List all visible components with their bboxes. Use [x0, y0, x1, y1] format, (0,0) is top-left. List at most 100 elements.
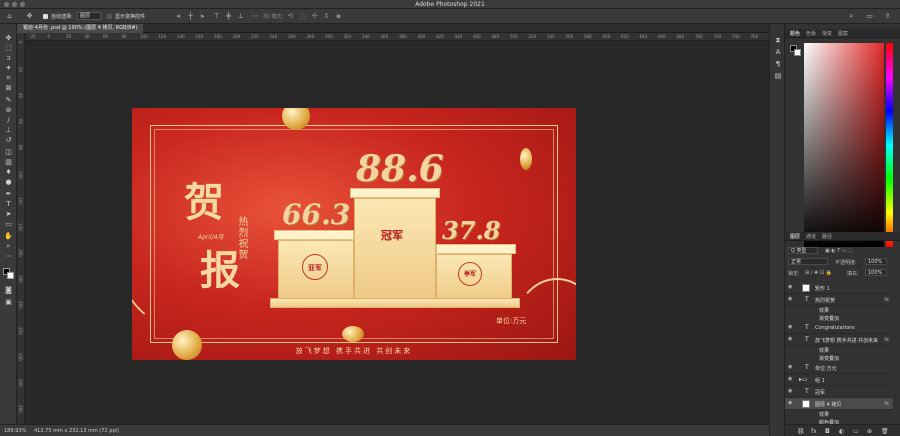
3d-pan-icon[interactable]: ✣ [311, 13, 318, 20]
quick-mask-icon[interactable]: ◙ [4, 286, 13, 295]
adjustment-layer-icon[interactable]: ◐ [839, 428, 844, 435]
blur-tool-icon[interactable]: ♦ [4, 168, 13, 177]
layer-effect-row[interactable]: 效果 [785, 346, 893, 354]
tab-gradients[interactable]: 渐变 [822, 30, 832, 37]
align-center-icon[interactable]: ┼ [187, 13, 194, 20]
layer-effect-row[interactable]: 效果 [785, 410, 893, 418]
background-color[interactable] [794, 49, 801, 56]
auto-select-dropdown[interactable]: 图层 [77, 12, 101, 20]
artwork-canvas[interactable]: 贺 报 热烈祝贺 April/4月 88.6 66.3 37.8 冠军 亚军 季… [132, 108, 576, 360]
visibility-eye-icon[interactable]: ◉ [788, 296, 792, 302]
frame-tool-icon[interactable]: ⊠ [4, 84, 13, 93]
opacity-input[interactable]: 100% [865, 258, 887, 265]
color-picker-field[interactable] [804, 43, 884, 247]
hand-tool-icon[interactable]: ✋ [4, 232, 13, 241]
add-mask-icon[interactable]: ◘ [825, 428, 830, 435]
visibility-eye-icon[interactable]: ◉ [788, 364, 792, 370]
blend-mode-select[interactable]: 正常 [788, 258, 828, 265]
history-brush-tool-icon[interactable]: ↺ [4, 136, 13, 145]
history-icon[interactable]: ⧗ [774, 36, 782, 44]
fill-input[interactable]: 100% [865, 269, 887, 276]
align-left-icon[interactable]: ⫷ [175, 13, 182, 20]
horizontal-ruler[interactable]: -20 0 20 40 60 80 100 120 140 160 180 200 220 240 260 2… [25, 33, 777, 41]
align-middle-icon[interactable]: ╪ [225, 13, 232, 20]
libraries-icon[interactable]: ▤ [774, 72, 782, 80]
zoom-level[interactable]: 189.93% [4, 428, 26, 434]
align-bottom-icon[interactable]: ⊥ [237, 13, 244, 20]
magic-wand-tool-icon[interactable]: ✦ [4, 64, 13, 73]
lasso-tool-icon[interactable]: ↄ [4, 54, 13, 63]
path-select-tool-icon[interactable]: ➤ [4, 210, 13, 219]
align-top-icon[interactable]: ⊤ [213, 13, 220, 20]
move-tool-icon[interactable]: ✥ [4, 34, 13, 43]
pen-tool-icon[interactable]: ✒ [4, 190, 13, 199]
tab-paths[interactable]: 路径 [822, 233, 832, 240]
auto-select-checkbox[interactable] [43, 14, 48, 19]
link-layers-icon[interactable]: ⛓ [797, 428, 805, 435]
tab-color[interactable]: 颜色 [790, 30, 800, 37]
tab-channels[interactable]: 通道 [806, 233, 816, 240]
vertical-ruler[interactable]: 0 20 40 60 80 100 120 140 160 180 200 220 240 260 280 [17, 33, 25, 424]
layer-row[interactable]: ◉ T 冠军 [785, 386, 893, 398]
zoom-tool-icon[interactable]: ⌕ [4, 242, 13, 251]
layer-row[interactable]: ◉ T 热烈祝贺 fx [785, 294, 893, 306]
search-icon[interactable]: ⌕ [848, 13, 855, 20]
visibility-eye-icon[interactable]: ◉ [788, 400, 792, 406]
show-transform-checkbox[interactable] [107, 14, 112, 19]
layer-filter-select[interactable]: Q 类型 [788, 247, 818, 254]
layer-row[interactable]: ◉ ▸▭ 组 1 [785, 374, 893, 386]
tab-layers[interactable]: 图层 [790, 233, 800, 240]
layer-row[interactable]: ◉ T 放飞梦想 携手共进 共创未来 fx [785, 334, 893, 346]
home-icon[interactable]: ⌂ [6, 13, 13, 20]
3d-scale-icon[interactable]: ▪ [335, 13, 342, 20]
3d-roll-icon[interactable]: ◌ [299, 13, 306, 20]
3d-slide-icon[interactable]: ⇕ [323, 13, 330, 20]
paragraph-icon[interactable]: ¶ [774, 60, 782, 68]
layer-fx-icon[interactable]: fx [884, 401, 889, 407]
dodge-tool-icon[interactable]: ● [4, 178, 13, 187]
tab-swatches[interactable]: 色板 [806, 30, 816, 37]
visibility-eye-icon[interactable]: ◉ [788, 284, 792, 290]
workspace-icon[interactable]: ▭ [866, 13, 873, 20]
document-tab[interactable]: 银迎-4月份 .psd @ 190% (图层 4 拷贝, RGB/8#) [17, 24, 144, 33]
more-tools-icon[interactable]: ⋯ [4, 252, 13, 261]
healing-tool-icon[interactable]: ⊛ [4, 106, 13, 115]
delete-layer-icon[interactable]: 🗑 [881, 428, 889, 435]
layer-row[interactable]: ◉ T Congratulations [785, 322, 893, 334]
marquee-tool-icon[interactable]: ⬚ [4, 44, 13, 53]
3d-rotate-icon[interactable]: ⟲ [287, 13, 294, 20]
background-color-swatch[interactable] [7, 272, 14, 279]
layer-row[interactable]: ◉ 图层 4 拷贝 fx [785, 398, 893, 410]
gradient-tool-icon[interactable]: ▥ [4, 158, 13, 167]
align-right-icon[interactable]: ⫸ [199, 13, 206, 20]
eraser-tool-icon[interactable]: ◫ [4, 148, 13, 157]
more-options-icon[interactable]: ⋯ [251, 13, 258, 20]
type-tool-icon[interactable]: T [4, 200, 13, 209]
hue-slider[interactable] [886, 43, 893, 247]
layer-effect-row[interactable]: 渐变叠加 [785, 354, 893, 362]
character-icon[interactable]: A [774, 48, 782, 56]
crop-tool-icon[interactable]: ⌗ [4, 74, 13, 83]
eyedropper-tool-icon[interactable]: ✎ [4, 96, 13, 105]
tab-patterns[interactable]: 图案 [838, 30, 848, 37]
move-tool-icon[interactable]: ✥ [26, 13, 33, 20]
visibility-eye-icon[interactable]: ◉ [788, 336, 792, 342]
layer-fx-icon[interactable]: fx [884, 337, 889, 343]
layer-fx-icon[interactable]: fx [884, 297, 889, 303]
layer-effect-row[interactable]: 渐变叠加 [785, 314, 893, 322]
layer-effect-row[interactable]: 效果 [785, 306, 893, 314]
share-icon[interactable]: ⇪ [884, 13, 891, 20]
layer-filter-icons[interactable]: ▣ ◐ T ▭ ⬚ [825, 248, 853, 254]
lock-icons[interactable]: ⊞ ∕ ✥ ⊡ 🔒 [805, 270, 832, 276]
folder-icon[interactable]: ▸▭ [799, 376, 808, 383]
brush-tool-icon[interactable]: ∕ [4, 116, 13, 125]
visibility-eye-icon[interactable]: ◉ [788, 376, 792, 382]
new-group-icon[interactable]: ▭ [853, 428, 859, 435]
visibility-eye-icon[interactable]: ◉ [788, 388, 792, 394]
add-style-icon[interactable]: fx [811, 428, 817, 435]
screen-mode-icon[interactable]: ▣ [4, 298, 13, 307]
layer-row[interactable]: ◉ T 单位:万元 [785, 362, 893, 374]
visibility-eye-icon[interactable]: ◉ [788, 324, 792, 330]
layer-row[interactable]: ◉ 矩形 1 [785, 282, 893, 294]
new-layer-icon[interactable]: ⊕ [867, 428, 872, 435]
